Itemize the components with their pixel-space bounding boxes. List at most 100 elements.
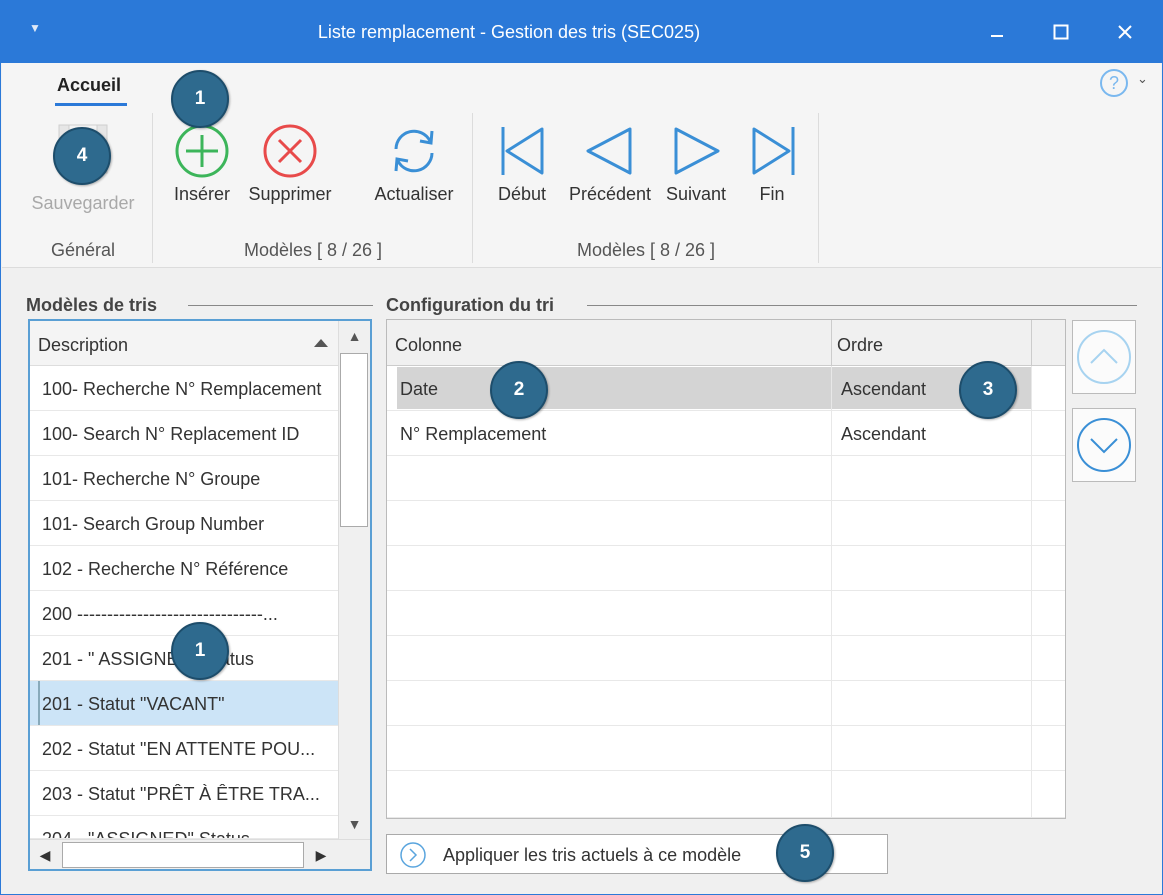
- left-panel-title-line: [188, 305, 373, 306]
- annotation-badge: 4: [53, 127, 111, 185]
- refresh-button[interactable]: Actualiser: [366, 123, 462, 213]
- insert-label: Insérer: [173, 184, 231, 204]
- list-item-label: 100- Search N° Replacement ID: [42, 424, 300, 444]
- group-separator: [472, 113, 473, 263]
- delete-button[interactable]: Supprimer: [242, 123, 338, 213]
- last-record-icon: [752, 127, 795, 175]
- next-icon: [674, 127, 720, 175]
- group-label-general: Général: [50, 240, 116, 260]
- column-divider: [831, 411, 832, 456]
- description-column-header[interactable]: Description: [30, 321, 338, 366]
- close-icon: [1118, 25, 1132, 39]
- apply-sorts-label: Appliquer les tris actuels à ce modèle: [443, 845, 742, 865]
- group-label-models-1: Modèles [ 8 / 26 ]: [243, 240, 383, 260]
- chevron-down-circle-icon: [1077, 418, 1131, 472]
- scroll-left-icon[interactable]: ◀: [30, 840, 60, 870]
- list-item[interactable]: 101- Recherche N° Groupe: [30, 456, 338, 501]
- tab-active-indicator: [55, 103, 127, 106]
- maximize-button[interactable]: [1038, 15, 1084, 49]
- first-label: Début: [497, 184, 547, 204]
- list-item-label: 100- Recherche N° Remplacement: [42, 379, 322, 399]
- annotation-badge: 5: [776, 824, 834, 882]
- move-down-button[interactable]: [1072, 408, 1136, 482]
- list-item[interactable]: 101- Search Group Number: [30, 501, 338, 546]
- previous-button[interactable]: Précédent: [562, 123, 658, 213]
- list-item[interactable]: 204 - "ASSIGNED" Status: [30, 816, 338, 839]
- minimize-icon: [991, 35, 1003, 37]
- list-item-label: 102 - Recherche N° Référence: [42, 559, 289, 579]
- save-label: Sauvegarder: [31, 193, 135, 213]
- refresh-label: Actualiser: [374, 184, 454, 204]
- annotation-badge: 1: [171, 622, 229, 680]
- grid-row-empty: [387, 726, 1065, 771]
- grid-row-empty: [387, 771, 1065, 818]
- cell-colonne[interactable]: N° Remplacement: [400, 424, 546, 445]
- list-item[interactable]: 100- Recherche N° Remplacement: [30, 366, 338, 411]
- delete-icon: [263, 124, 317, 178]
- column-divider: [831, 320, 832, 366]
- grid-header: Colonne Ordre: [387, 320, 1065, 366]
- horizontal-scrollbar[interactable]: ◀ ▶: [30, 839, 370, 869]
- insert-icon: [175, 124, 229, 178]
- list-item[interactable]: 100- Search N° Replacement ID: [30, 411, 338, 456]
- insert-button[interactable]: Insérer: [164, 123, 240, 213]
- list-item[interactable]: 202 - Statut "EN ATTENTE POU...: [30, 726, 338, 771]
- grid-row[interactable]: N° Remplacement Ascendant: [387, 411, 1065, 456]
- column-divider: [1031, 411, 1032, 456]
- annotation-badge: 1: [171, 70, 229, 128]
- scroll-up-icon[interactable]: ▲: [339, 321, 370, 351]
- list-item[interactable]: 102 - Recherche N° Référence: [30, 546, 338, 591]
- cell-colonne[interactable]: Date: [400, 379, 438, 400]
- right-panel-title-line: [587, 305, 1137, 306]
- group-separator: [818, 113, 819, 263]
- grid-row-empty: [387, 681, 1065, 726]
- cell-ordre[interactable]: Ascendant: [841, 424, 926, 445]
- grid-row-empty: [387, 501, 1065, 546]
- vertical-scrollbar[interactable]: ▲ ▼: [338, 321, 370, 839]
- column-header-colonne[interactable]: Colonne: [395, 335, 462, 356]
- move-up-button[interactable]: [1072, 320, 1136, 394]
- scroll-down-icon[interactable]: ▼: [339, 809, 370, 839]
- previous-icon: [586, 127, 632, 175]
- list-item-selected[interactable]: 201 - Statut "VACANT": [30, 681, 338, 726]
- column-divider: [1031, 366, 1032, 411]
- list-item-label: 204 - "ASSIGNED" Status: [42, 829, 250, 839]
- right-panel-title: Configuration du tri: [386, 295, 554, 315]
- description-header-label: Description: [38, 335, 129, 355]
- maximize-icon: [1053, 24, 1069, 40]
- last-button[interactable]: Fin: [742, 123, 802, 213]
- column-divider: [831, 366, 832, 411]
- scroll-right-icon[interactable]: ▶: [306, 840, 336, 870]
- ribbon-collapse-chevron-icon[interactable]: ⌄: [1137, 71, 1148, 87]
- column-header-ordre[interactable]: Ordre: [837, 335, 883, 356]
- list-item-label: 101- Search Group Number: [42, 514, 265, 534]
- delete-label: Supprimer: [248, 184, 332, 204]
- help-button[interactable]: ?: [1100, 69, 1128, 97]
- first-button[interactable]: Début: [490, 123, 554, 213]
- app-window: ▼ Liste remplacement - Gestion des tris …: [0, 0, 1163, 895]
- grid-row-empty: [387, 546, 1065, 591]
- next-button[interactable]: Suivant: [658, 123, 734, 213]
- scroll-thumb[interactable]: [62, 842, 304, 868]
- sort-ascending-icon: [314, 339, 328, 347]
- sort-models-list[interactable]: Description 100- Recherche N° Remplaceme…: [28, 319, 372, 871]
- close-button[interactable]: [1102, 15, 1148, 49]
- minimize-button[interactable]: [974, 15, 1020, 49]
- grid-row-empty: [387, 591, 1065, 636]
- grid-row-empty: [387, 456, 1065, 501]
- title-bar: ▼ Liste remplacement - Gestion des tris …: [1, 1, 1162, 63]
- chevron-up-circle-icon: [1077, 330, 1131, 384]
- previous-label: Précédent: [568, 184, 652, 204]
- left-panel-title: Modèles de tris: [26, 295, 158, 315]
- grid-row-empty: [387, 636, 1065, 681]
- scroll-thumb[interactable]: [340, 353, 368, 527]
- cell-ordre[interactable]: Ascendant: [841, 379, 926, 400]
- list-item-label: 200 -------------------------------...: [42, 604, 278, 624]
- next-label: Suivant: [665, 184, 727, 204]
- tab-accueil[interactable]: Accueil: [57, 75, 121, 96]
- list-item-label: 203 - Statut "PRÊT À ÊTRE TRA...: [42, 784, 320, 804]
- column-divider: [1031, 320, 1032, 366]
- first-record-icon: [501, 127, 544, 175]
- group-label-models-2: Modèles [ 8 / 26 ]: [576, 240, 716, 260]
- list-item[interactable]: 203 - Statut "PRÊT À ÊTRE TRA...: [30, 771, 338, 816]
